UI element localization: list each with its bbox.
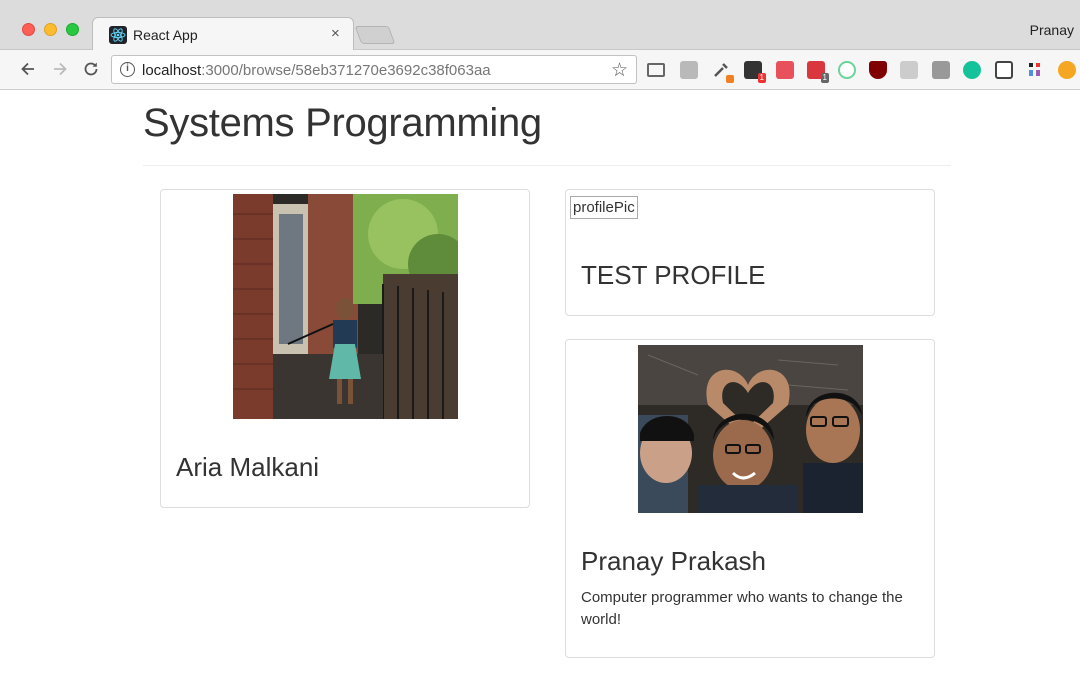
pocket-icon[interactable] [776,61,794,79]
extension-red-icon[interactable]: 1 [807,61,829,83]
profile-description: Computer programmer who wants to change … [581,589,903,628]
arrow-right-icon [54,62,67,76]
title-divider [143,165,951,166]
fullscreen-icon[interactable] [995,61,1013,79]
profile-name[interactable]: Aria Malkani [176,452,319,483]
maximize-window-button[interactable] [66,23,79,36]
tab-title: React App [133,27,198,43]
tab-close-icon[interactable]: × [331,25,340,42]
arrow-left-icon [21,62,34,76]
bookmark-star-icon[interactable]: ☆ [611,59,628,82]
extension-plug-icon[interactable] [932,61,950,79]
extension-badge-red: 1 [757,73,766,83]
ublock-shield-icon[interactable] [869,61,887,79]
browser-titlebar: React App × Pranay [0,0,1080,51]
forward-button[interactable] [49,58,71,80]
profile-card-aria[interactable]: Aria Malkani [160,189,530,508]
extension-puzzle-icon[interactable] [1026,61,1044,79]
profile-card-test[interactable]: profilePic TEST PROFILE [565,189,935,316]
close-window-button[interactable] [22,23,35,36]
profile-photo [233,194,458,419]
profile-name[interactable]: TEST PROFILE [581,260,765,291]
url-path: :3000/browse/58eb371270e3692c38f063aa [201,62,491,79]
back-button[interactable] [17,58,39,80]
profile-name[interactable]: Pranay [1030,22,1074,38]
profile-card-pranay[interactable]: Pranay Prakash Computer programmer who w… [565,339,935,658]
extension-dark-icon[interactable]: 1 [744,61,766,83]
info-icon[interactable]: i [120,62,135,77]
broken-image-placeholder: profilePic [570,196,638,219]
page-title: Systems Programming [143,101,542,145]
minimize-window-button[interactable] [44,23,57,36]
warning-icon[interactable] [1058,61,1076,79]
page-content: Systems Programming Aria Malkani profile… [8,91,1080,673]
url-text[interactable]: localhost:3000/browse/58eb371270e3692c38… [142,62,491,79]
url-host: localhost [142,62,202,79]
extension-grid-icon[interactable] [900,61,918,79]
browser-tab-active[interactable]: React App × [92,17,354,51]
extension-badge-orange [726,75,734,83]
reload-button[interactable] [80,58,102,80]
new-tab-button[interactable] [354,26,396,44]
reload-icon [84,62,98,76]
cast-icon[interactable] [647,63,665,77]
extension-k-icon[interactable] [680,61,698,79]
address-bar[interactable]: i localhost:3000/browse/58eb371270e3692c… [111,55,637,84]
react-logo-icon [109,26,127,44]
profile-name[interactable]: Pranay Prakash [581,546,766,577]
profile-photo [638,345,863,513]
eyedropper-icon[interactable] [712,61,734,83]
browser-toolbar: i localhost:3000/browse/58eb371270e3692c… [0,50,1080,90]
extension-green-ring-icon[interactable] [838,61,856,79]
extension-badge-grey: 1 [820,73,829,83]
grammarly-icon[interactable] [963,61,981,79]
